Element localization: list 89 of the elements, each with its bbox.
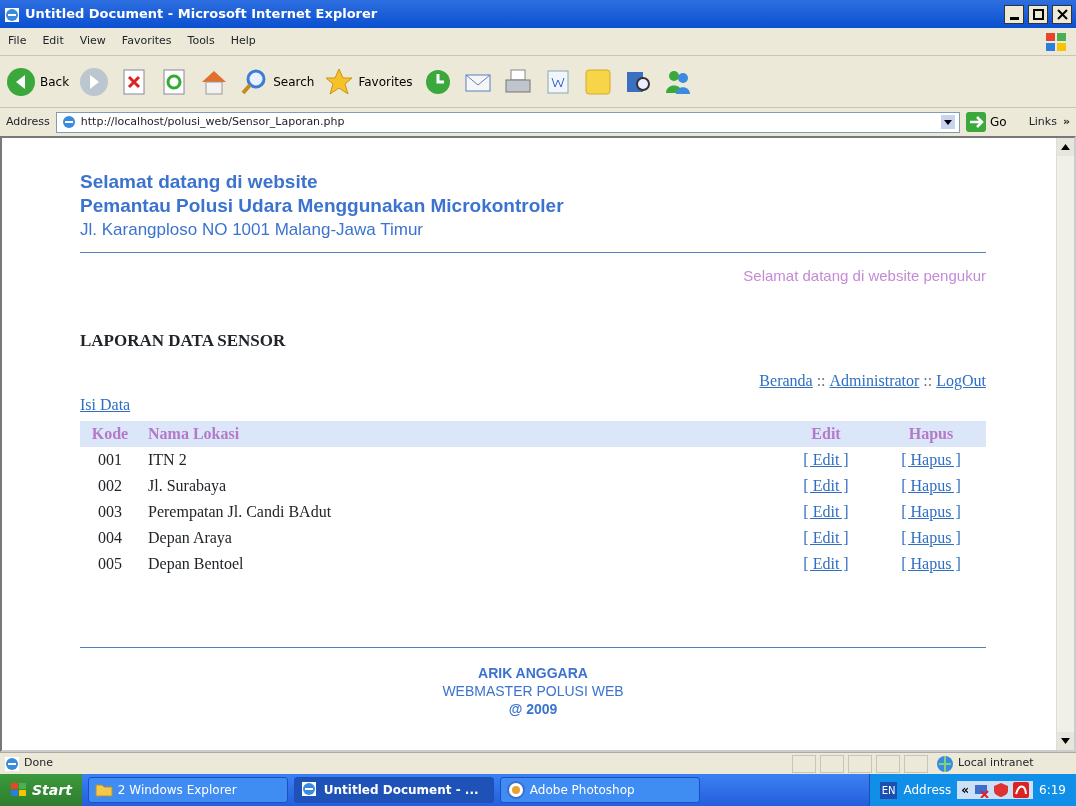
status-text: Done: [24, 755, 53, 772]
close-button[interactable]: [1052, 4, 1072, 24]
site-address: Jl. Karangploso NO 1001 Malang-Jawa Timur: [80, 219, 424, 241]
close-icon: [1054, 6, 1070, 22]
separator: ::: [923, 371, 933, 391]
nav-link[interactable]: LogOut: [936, 369, 986, 393]
back-button[interactable]: Back: [6, 66, 70, 97]
site-title: Pemantau Polusi Udara Menggunakan Microkontroler: [80, 194, 565, 218]
browser-icon: [300, 781, 319, 799]
windows-flag-icon: [10, 782, 28, 798]
edit-link[interactable]: [ Edit ]: [803, 477, 849, 494]
start-button[interactable]: Start: [0, 774, 82, 806]
column-header: Edit: [776, 421, 876, 447]
edit-link[interactable]: [ Edit ]: [803, 555, 849, 572]
minimize-button[interactable]: [1004, 4, 1024, 24]
welcome-heading: Selamat datang di website: [80, 170, 319, 194]
window-title: Untitled Document - Microsoft Internet Explorer: [25, 5, 378, 24]
menu-item[interactable]: Edit: [42, 33, 64, 50]
table-cell-text: Depan Araya: [147, 528, 233, 549]
table-cell-text: 002: [97, 476, 123, 496]
table-cell-text: 004: [97, 528, 123, 548]
favorites-button[interactable]: Favorites: [324, 66, 413, 97]
hapus-link[interactable]: [ Hapus ]: [901, 529, 961, 546]
taskbar-button[interactable]: Untitled Document - ...: [293, 777, 494, 803]
menu-item[interactable]: Favorites: [121, 33, 172, 50]
menu-item[interactable]: Help: [230, 33, 256, 50]
star-icon: [324, 66, 355, 97]
status-panel: [792, 754, 816, 773]
copyright-year: @ 2009: [507, 700, 559, 718]
menu-item[interactable]: Tools: [187, 33, 215, 50]
clock-time: 6:19: [1039, 782, 1066, 799]
table-cell-text: Depan Bentoel: [147, 554, 245, 575]
maximize-button[interactable]: [1028, 4, 1048, 24]
chevron-button[interactable]: »: [1062, 113, 1070, 131]
status-panel: [876, 754, 900, 773]
network-icon[interactable]: [973, 782, 990, 798]
edit-link[interactable]: [ Edit ]: [803, 529, 849, 546]
status-panel: [904, 754, 928, 773]
table-cell: ITN 2: [140, 447, 776, 473]
nav-link[interactable]: Administrator: [829, 369, 920, 393]
section-title: LAPORAN DATA SENSOR: [80, 329, 287, 352]
scroll-up-button[interactable]: [1057, 138, 1074, 156]
browser-icon: [4, 6, 20, 23]
dropdown-button[interactable]: [941, 113, 955, 131]
address-field[interactable]: http://localhost/polusi_web/Sensor_Laporan.php: [55, 111, 960, 133]
go-button[interactable]: Go: [966, 112, 1007, 132]
zone-text: Local intranet: [958, 755, 1034, 772]
author-role: WEBMASTER POLUSI WEB: [441, 682, 625, 700]
welcome-message: Selamat datang di website pengukur: [742, 266, 986, 286]
note-icon: [582, 66, 613, 97]
folder-icon: [94, 781, 113, 799]
minimize-icon: [1009, 16, 1019, 20]
address-label: Address: [6, 113, 50, 130]
edit-link[interactable]: [ Edit ]: [803, 503, 849, 520]
show-hidden-icons-button[interactable]: «: [961, 781, 970, 799]
status-panel: [820, 754, 844, 773]
hapus-link[interactable]: [ Hapus ]: [901, 503, 961, 520]
add-data-link[interactable]: Isi Data: [80, 396, 131, 413]
author-name: ARIK ANGGARA: [477, 664, 589, 682]
go-arrow-icon: [966, 112, 986, 132]
menu-item[interactable]: File: [8, 33, 27, 50]
scroll-down-button[interactable]: [1057, 732, 1074, 750]
column-header: Kode: [80, 421, 140, 447]
down-arrow-icon: [1061, 737, 1070, 744]
column-header: Nama Lokasi: [140, 421, 776, 447]
table-cell-text: Jl. Surabaya: [147, 476, 228, 497]
column-header: Hapus: [876, 421, 986, 447]
up-arrow-icon: [1061, 143, 1070, 150]
table-cell-text: 003: [97, 502, 123, 522]
address-toolbar-label: Address: [903, 782, 952, 799]
maximize-icon: [1030, 6, 1046, 22]
hapus-link[interactable]: [ Hapus ]: [901, 477, 961, 494]
table-cell-text: 005: [97, 554, 123, 574]
shield-icon[interactable]: [993, 782, 1010, 798]
status-panel: [848, 754, 872, 773]
table-cell: 001: [80, 447, 140, 473]
table-cell-text: Perempatan Jl. Candi BAdut: [147, 502, 333, 523]
edit-link[interactable]: [ Edit ]: [803, 451, 849, 468]
language-indicator[interactable]: EN: [879, 781, 898, 799]
windows-flag-icon: [1044, 30, 1068, 53]
hapus-link[interactable]: [ Hapus ]: [901, 555, 961, 572]
nav-link[interactable]: Beranda: [759, 369, 813, 393]
menu-item[interactable]: View: [79, 33, 106, 50]
search-button[interactable]: Search: [239, 66, 315, 97]
separator: ::: [816, 371, 826, 391]
taskbar-button[interactable]: 2 Windows Explorer: [87, 777, 288, 803]
links-button[interactable]: Links: [1028, 113, 1057, 131]
hapus-link[interactable]: [ Hapus ]: [901, 451, 961, 468]
taskbar-button[interactable]: Adobe Photoshop: [499, 777, 700, 803]
